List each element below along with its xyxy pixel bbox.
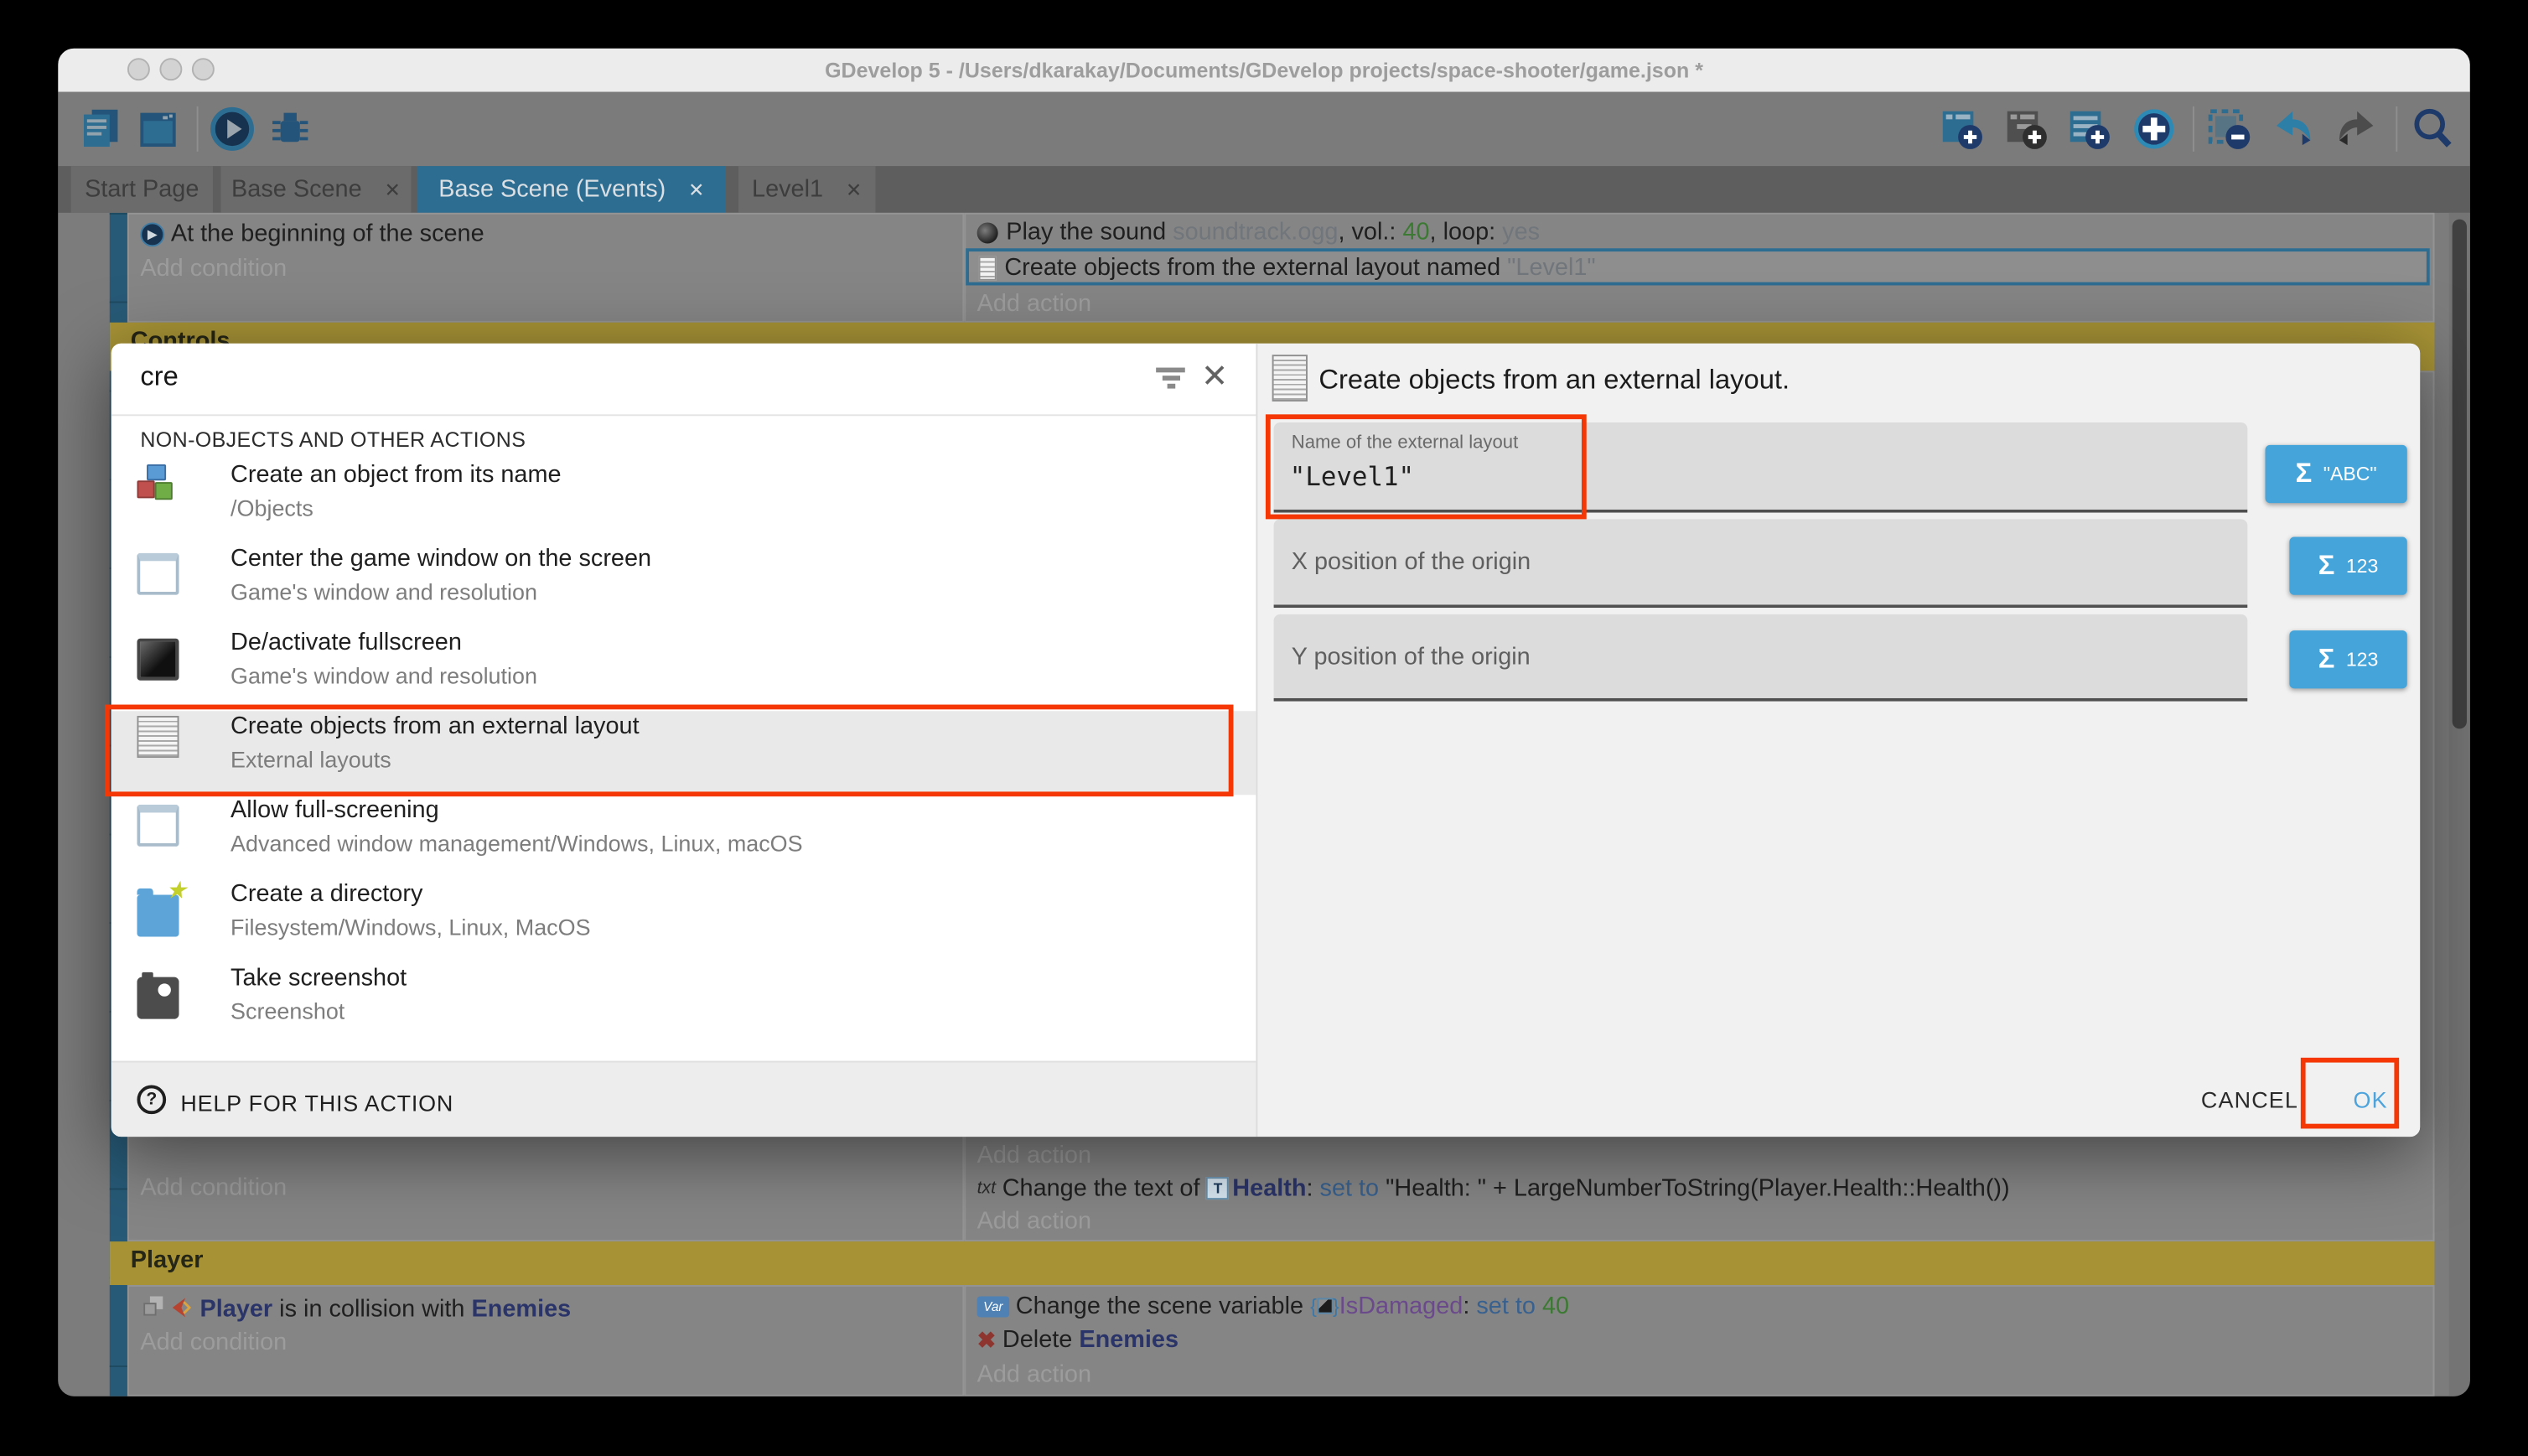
objects-cubes-icon [137,464,179,506]
group-bar-player[interactable]: Player [110,1241,2435,1285]
dialog-actions: CANCEL OK [2201,1086,2388,1112]
scrollbar-thumb[interactable] [2453,220,2467,729]
folder-icon: ★ [137,895,179,937]
text-object-icon: T [1207,1177,1230,1200]
add-event-icon[interactable] [1940,106,1985,152]
tab-label: Base Scene (Events) [438,176,666,204]
tab-label: Base Scene [231,176,362,204]
add-condition-link[interactable]: Add condition [140,1174,287,1201]
list-item-create-object[interactable]: Create an object from its name /Objects [111,459,1256,543]
filter-icon[interactable] [1156,368,1185,392]
begin-scene-icon: ▶ [140,222,164,246]
search-icon[interactable] [2411,106,2456,152]
tab-close-icon[interactable]: ✕ [385,179,401,201]
list-item-take-screenshot[interactable]: Take screenshot Screenshot [111,962,1256,1046]
game-window-icon [137,805,179,847]
scene-variable-icon [1317,1298,1333,1314]
redo-icon[interactable] [2333,106,2378,152]
toolbar-divider [197,106,199,152]
ok-button[interactable]: OK [2353,1086,2387,1112]
panel-title: Create objects from an external layout. [1318,365,1790,396]
action-list-panel: cre ✕ NON-OBJECTS AND OTHER ACTIONS Crea… [111,344,1256,1137]
variable-icon: Var [977,1296,1009,1317]
toolbar [58,92,2470,166]
debug-icon[interactable] [267,106,313,152]
add-action-link[interactable]: Add action [977,1360,1091,1388]
camera-icon [137,977,179,1019]
help-link[interactable]: HELP FOR THIS ACTION [180,1090,453,1116]
event-action-delete[interactable]: ✖Delete Enemies [977,1325,1179,1354]
collision-icon [169,1296,192,1319]
add-condition-link[interactable]: Add condition [140,255,287,282]
add-action-link[interactable]: Add action [977,1142,1091,1169]
list-item-create-from-external-layout[interactable]: Create objects from an external layout E… [111,711,1256,795]
txt-icon: txt [977,1179,996,1198]
events-editor-icon[interactable] [77,106,122,152]
undo-icon[interactable] [2272,106,2317,152]
field-external-layout-name[interactable]: Name of the external layout "Level1" [1274,422,2248,513]
toolbar-divider [2396,106,2397,152]
list-item-allow-fullscreening[interactable]: Allow full-screening Advanced window man… [111,795,1256,878]
search-bar[interactable]: cre ✕ [111,344,1256,417]
objects-pair-icon [143,1303,156,1315]
tab-base-scene[interactable]: Base Scene ✕ [221,166,412,213]
external-layout-icon [979,256,997,280]
event-action-change-variable[interactable]: VarChange the scene variable {}IsDamaged… [977,1292,1569,1320]
delete-event-icon[interactable] [2207,106,2252,152]
expression-builder-abc-button[interactable]: Σ "ABC" [2266,445,2407,503]
add-subevent-icon[interactable] [2004,106,2049,152]
event-condition-collision[interactable]: Player is in collision with Enemies [140,1295,571,1324]
search-input[interactable]: cre [140,361,178,393]
add-new-icon[interactable] [2132,106,2177,152]
event-action-change-text[interactable]: txtChange the text of THealth: set to "H… [977,1174,2010,1202]
toolbar-divider [2193,106,2194,152]
section-header: NON-OBJECTS AND OTHER ACTIONS [140,427,526,452]
add-action-link[interactable]: Add action [977,290,1091,318]
tabbar: Start Page Base Scene ✕ Base Scene (Even… [58,166,2470,213]
action-config-panel: Create objects from an external layout. … [1256,344,2420,1137]
add-condition-link[interactable]: Add condition [140,1329,287,1356]
action-list: Create an object from its name /Objects … [111,459,1256,1046]
field-y-position[interactable]: Y position of the origin [1274,614,2248,702]
scene-editor-icon[interactable] [136,106,181,152]
dialog-footer: ? HELP FOR THIS ACTION [111,1061,1256,1137]
expression-builder-123-button[interactable]: Σ 123 [2289,537,2406,595]
event-condition-row[interactable]: ▶At the beginning of the scene [140,220,484,248]
scrollbar[interactable] [2449,213,2470,1396]
tab-base-scene-events[interactable]: Base Scene (Events) ✕ [417,166,725,213]
play-icon[interactable] [210,106,255,152]
delete-cross-icon: ✖ [977,1326,997,1352]
field-x-position[interactable]: X position of the origin [1274,519,2248,608]
action-chooser-dialog: cre ✕ NON-OBJECTS AND OTHER ACTIONS Crea… [111,344,2420,1137]
external-layout-icon [1272,355,1308,402]
list-item-center-window[interactable]: Center the game window on the screen Gam… [111,543,1256,627]
expression-builder-123-button[interactable]: Σ 123 [2289,630,2406,688]
list-item-fullscreen[interactable]: De/activate fullscreen Game's window and… [111,627,1256,711]
tab-level1[interactable]: Level1 ✕ [738,166,875,213]
titlebar: GDevelop 5 - /Users/dkarakay/Documents/G… [58,49,2470,92]
sigma-icon: Σ [2296,458,2313,490]
event-action-play-sound[interactable]: Play the sound soundtrack.ogg, vol.: 40,… [977,218,1540,246]
window-title: GDevelop 5 - /Users/dkarakay/Documents/G… [58,58,2470,82]
close-icon[interactable]: ✕ [1201,356,1228,396]
event-action-create-external[interactable]: Create objects from the external layout … [979,253,1596,282]
fullscreen-icon [137,639,179,681]
tab-label: Start Page [85,176,199,204]
speaker-icon [977,222,998,243]
tab-start-page[interactable]: Start Page [71,166,213,213]
help-icon[interactable]: ? [137,1086,166,1115]
external-layout-icon [137,716,179,758]
tab-close-icon[interactable]: ✕ [688,179,704,201]
add-action-link[interactable]: Add action [977,1208,1091,1236]
tab-label: Level1 [752,176,823,204]
cancel-button[interactable]: CANCEL [2201,1086,2298,1112]
sigma-icon: Σ [2318,643,2335,675]
selected-action-row[interactable]: Create objects from the external layout … [966,248,2430,285]
sigma-icon: Σ [2318,550,2335,582]
add-comment-icon[interactable] [2067,106,2112,152]
game-window-icon [137,553,179,595]
tab-close-icon[interactable]: ✕ [846,179,862,201]
list-item-create-directory[interactable]: ★ Create a directory Filesystem/Windows,… [111,878,1256,962]
screenshot-stage: GDevelop 5 - /Users/dkarakay/Documents/G… [0,0,2528,1456]
